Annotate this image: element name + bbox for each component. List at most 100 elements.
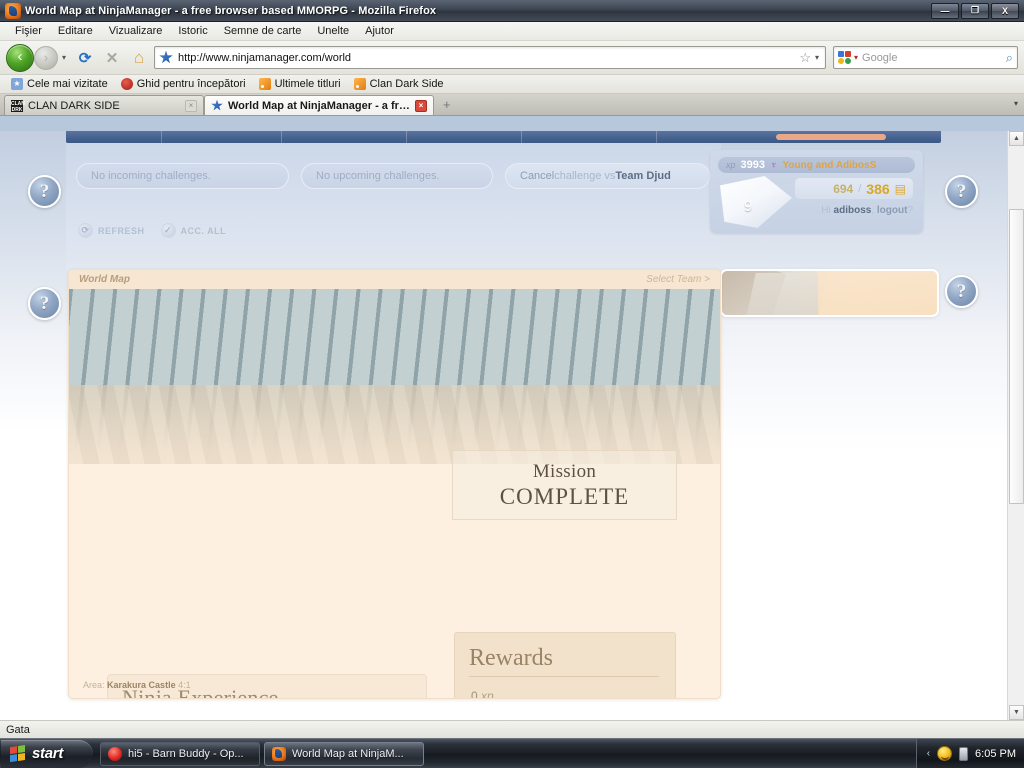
currency-separator: / [858, 182, 862, 195]
help-bubble-challenges[interactable]: ? [28, 175, 61, 208]
bookmarks-bar: Cele mai vizitate Ghid pentru începători… [0, 75, 1024, 94]
bookmark-label: Ultimele titluri [274, 78, 341, 90]
firefox-icon [272, 746, 286, 761]
menu-edit[interactable]: Editare [51, 23, 100, 39]
reward-xp: 0 xp [455, 677, 675, 698]
menu-view[interactable]: Vizualizare [102, 23, 170, 39]
chevron-down-icon[interactable]: ▾ [62, 53, 66, 62]
challenge-actions: ⟳ REFRESH ✓ ACC. ALL [78, 223, 226, 238]
banner-shape [744, 273, 828, 315]
taskbar-item-firefox[interactable]: World Map at NinjaM... [264, 741, 424, 766]
forward-button[interactable]: › [34, 45, 58, 70]
bookmark-star-icon[interactable]: ☆ [795, 50, 815, 66]
currency-current: 694 [833, 181, 854, 196]
home-icon[interactable]: ⌂ [127, 46, 151, 70]
close-icon[interactable]: × [414, 99, 427, 112]
tab-clan-dark-side[interactable]: CLAN DRK CLAN DARK SIDE × [4, 95, 204, 115]
help-bubble-banner[interactable]: ? [945, 275, 978, 308]
xp-value: 3993 [740, 159, 765, 171]
accept-all-button[interactable]: ✓ ACC. ALL [160, 223, 227, 238]
tab-list-icon[interactable]: ▾ [1014, 99, 1024, 111]
world-map-scene[interactable] [69, 289, 720, 464]
reload-icon[interactable]: ⟳ [73, 46, 97, 70]
getting-started-icon [120, 78, 133, 90]
cancel-challenge-button[interactable]: Cancel challenge vs Team Djud [505, 163, 710, 189]
world-map-title: World Map [79, 274, 130, 285]
bookmark-most-visited[interactable]: Cele mai vizitate [6, 77, 113, 91]
menu-bookmarks[interactable]: Semne de carte [217, 23, 309, 39]
bookmark-latest-headlines[interactable]: Ultimele titluri [254, 77, 346, 91]
page-scrollbar[interactable]: ▲ ▼ [1007, 131, 1024, 720]
back-button[interactable]: ‹ [6, 43, 34, 72]
url-bar[interactable]: http://www.ninjamanager.com/world ☆ ▾ [154, 46, 826, 69]
chevron-down-icon[interactable]: ▾ [815, 53, 821, 62]
logout-q: ? [907, 205, 913, 216]
help-bubble-player[interactable]: ? [945, 175, 978, 208]
banner-shape [818, 271, 937, 315]
rewards-title: Rewards [469, 645, 553, 671]
new-tab-button[interactable]: + [434, 95, 460, 115]
player-greeting: Hi adiboss, logout? [821, 205, 913, 216]
minimize-button[interactable]: — [931, 2, 959, 19]
area-coords: 4:1 [178, 680, 191, 690]
scroll-down-icon[interactable]: ▼ [1009, 705, 1024, 720]
menu-tools[interactable]: Unelte [310, 23, 356, 39]
removable-device-icon[interactable] [959, 746, 969, 761]
logout-link[interactable]: logout [877, 205, 908, 216]
yahoo-messenger-icon[interactable] [937, 746, 953, 761]
tab-bar: CLAN DRK CLAN DARK SIDE × World Map at Ni… [0, 94, 1024, 116]
tray-expand-icon[interactable]: ‹ [927, 748, 930, 759]
character-banner[interactable] [720, 269, 939, 317]
taskbar-item-hi5[interactable]: hi5 - Barn Buddy - Op... [100, 741, 260, 766]
window-title: World Map at NinjaManager - a free brows… [25, 4, 437, 17]
site-nav-strip[interactable] [66, 131, 941, 143]
page-viewport: ? ? ? ? No incoming challenges. No upcom… [0, 131, 1024, 720]
page-side-rail [0, 131, 66, 720]
status-bar: Gata [0, 720, 1024, 738]
help-bubble-world-map[interactable]: ? [28, 287, 61, 320]
close-icon[interactable]: × [185, 99, 197, 112]
clan-name[interactable]: Young and AdibosS [783, 160, 877, 171]
stop-icon[interactable]: ✕ [100, 46, 124, 70]
refresh-label: REFRESH [98, 225, 145, 236]
clock[interactable]: 6:05 PM [975, 748, 1016, 760]
bookmark-clan-dark-side[interactable]: Clan Dark Side [349, 77, 449, 91]
menu-file[interactable]: Fişier [8, 23, 49, 39]
tab-title: World Map at NinjaManager - a fr… [228, 99, 410, 112]
start-button[interactable]: start [1, 739, 93, 768]
select-team-link[interactable]: Select Team > [646, 274, 710, 285]
menu-help[interactable]: Ajutor [358, 23, 401, 39]
menu-history[interactable]: Istoric [171, 23, 214, 39]
xp-label: xp [726, 160, 736, 170]
incoming-challenges-text: No incoming challenges. [91, 170, 211, 182]
navigation-toolbar: ‹ › ▾ ⟳ ✕ ⌂ http://www.ninjamanager.com/… [0, 41, 1024, 75]
most-visited-icon [11, 78, 23, 90]
google-icon[interactable] [838, 50, 852, 65]
start-label: start [32, 745, 64, 762]
scrollbar-thumb[interactable] [1009, 209, 1024, 504]
upcoming-challenges-box[interactable]: No upcoming challenges. [301, 163, 493, 189]
search-icon[interactable]: ⌕ [1006, 50, 1013, 66]
incoming-challenges-box[interactable]: No incoming challenges. [76, 163, 289, 189]
bookmark-getting-started[interactable]: Ghid pentru începători [116, 77, 251, 91]
windows-logo-icon [10, 744, 26, 762]
cancel-label: Cancel [520, 170, 555, 182]
tab-world-map[interactable]: World Map at NinjaManager - a fr… × [204, 95, 434, 115]
status-text: Gata [6, 723, 30, 736]
menu-bar: Fişier Editare Vizualizare Istoric Semne… [0, 22, 1024, 41]
search-input[interactable]: Google [862, 52, 1006, 64]
mission-status: COMPLETE [499, 483, 630, 509]
chevron-down-icon[interactable]: ▾ [854, 53, 858, 62]
taskbar-item-label: hi5 - Barn Buddy - Op... [128, 747, 244, 760]
url-text[interactable]: http://www.ninjamanager.com/world [178, 52, 795, 64]
world-map-card: World Map Select Team > Mission COMPLETE… [68, 269, 721, 699]
tab-title: CLAN DARK SIDE [28, 99, 120, 112]
search-bar[interactable]: ▾ Google ⌕ [833, 46, 1018, 69]
bookmark-label: Cele mai vizitate [27, 78, 108, 90]
close-button[interactable]: X [991, 2, 1019, 19]
maximize-button[interactable]: ❐ [961, 2, 989, 19]
player-level: 9 [744, 198, 753, 215]
rss-icon [353, 78, 366, 90]
scroll-up-icon[interactable]: ▲ [1009, 131, 1024, 146]
refresh-button[interactable]: ⟳ REFRESH [78, 223, 145, 238]
